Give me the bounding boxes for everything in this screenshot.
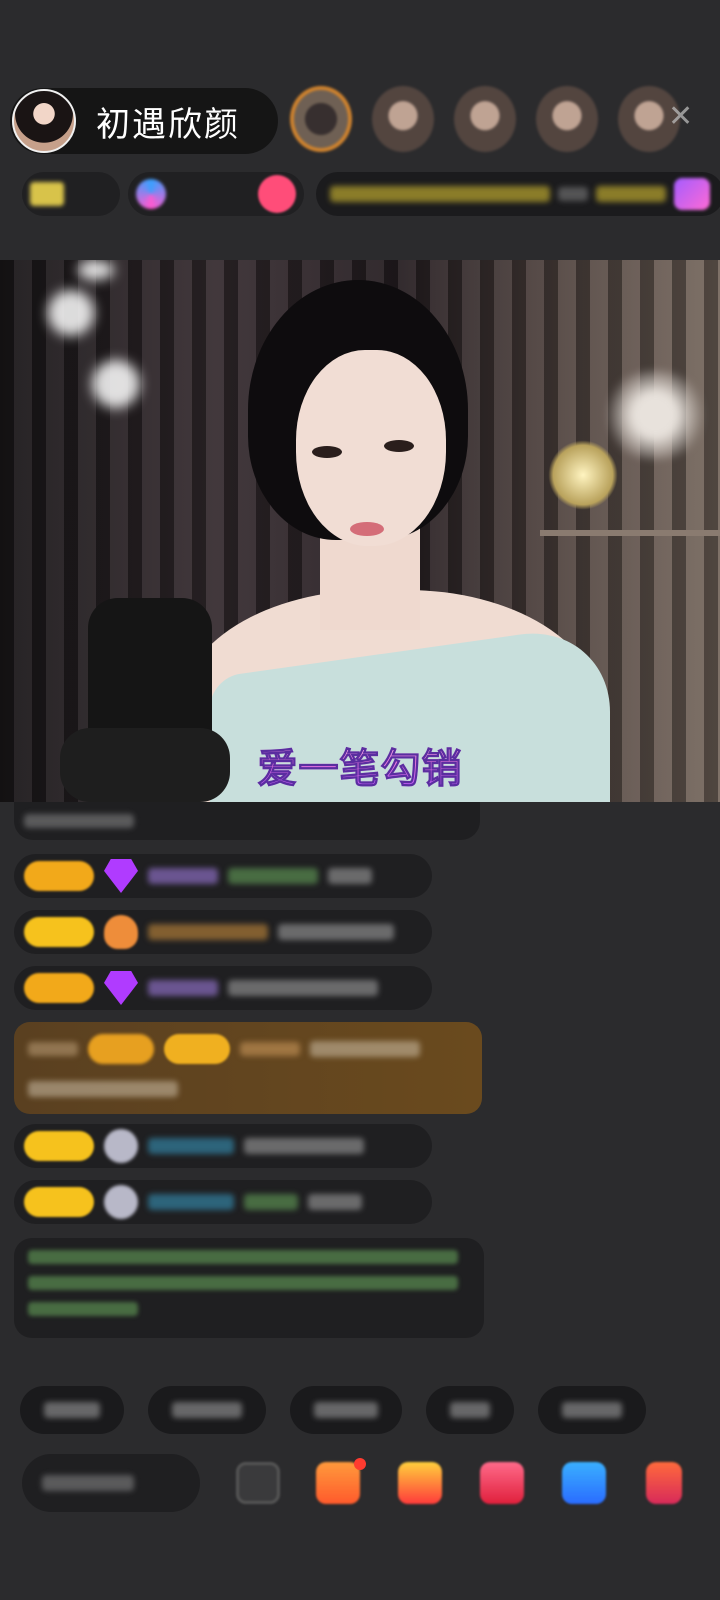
streamer-lips: [350, 522, 384, 536]
message-text: [24, 814, 134, 828]
quick-reply-label: [44, 1402, 100, 1418]
popularity-icon: [136, 179, 166, 209]
ticker-text-2: [596, 186, 666, 202]
message-text-cont: [28, 1081, 178, 1097]
username[interactable]: [240, 1042, 300, 1056]
chat-message: [14, 910, 432, 954]
message-text: [328, 868, 372, 884]
username[interactable]: [148, 1138, 234, 1154]
notice-line: [28, 1276, 458, 1290]
streamer-eye: [384, 440, 414, 452]
username[interactable]: [148, 868, 218, 884]
bottom-bar: [0, 1454, 720, 1514]
viewer-avatar[interactable]: [372, 86, 434, 152]
heart-gift-icon[interactable]: [480, 1462, 524, 1504]
message-text: [228, 980, 378, 996]
vip-badge: [88, 1034, 154, 1064]
popularity-chip[interactable]: [128, 172, 304, 216]
quick-reply-chip[interactable]: [148, 1386, 266, 1434]
light-bokeh: [92, 360, 140, 408]
red-envelope-icon[interactable]: [398, 1462, 442, 1504]
notice-line: [28, 1302, 138, 1316]
viewer-avatar[interactable]: [290, 86, 352, 152]
lamp-light: [548, 440, 618, 510]
heart-icon: [104, 915, 138, 949]
username[interactable]: [148, 924, 268, 940]
quick-reply-label: [314, 1402, 378, 1418]
quick-reply-row: [20, 1386, 646, 1434]
highlight-message: [14, 1022, 482, 1114]
chat-input-placeholder: [42, 1475, 134, 1491]
activity-icon[interactable]: [674, 178, 710, 210]
host-avatar[interactable]: [12, 89, 76, 153]
gem-icon: [104, 971, 138, 1005]
quick-reply-label: [450, 1402, 490, 1418]
quick-reply-label: [562, 1402, 622, 1418]
level-badge: [164, 1034, 230, 1064]
chat-icon[interactable]: [236, 1462, 280, 1504]
fan-icon: [104, 1129, 138, 1163]
chat-message: [14, 802, 480, 840]
more-icon[interactable]: [646, 1462, 682, 1504]
host-info-pill[interactable]: 初遇欣颜: [10, 88, 278, 154]
level-badge: [24, 861, 94, 891]
chat-message: [14, 966, 432, 1010]
gift-text: [228, 868, 318, 884]
quick-reply-chip[interactable]: [426, 1386, 514, 1434]
level-badge: [24, 1131, 94, 1161]
fan-icon: [104, 1185, 138, 1219]
info-row: [22, 172, 720, 216]
quick-reply-label: [172, 1402, 242, 1418]
ticker-text: [330, 186, 550, 202]
message-text: [308, 1194, 362, 1210]
level-badge: [24, 917, 94, 947]
gift-box-icon[interactable]: [316, 1462, 360, 1504]
gift-text: [244, 1194, 298, 1210]
top-viewers-list: [290, 86, 680, 152]
follow-icon[interactable]: [258, 175, 296, 213]
username[interactable]: [148, 1194, 234, 1210]
chat-message: [14, 1180, 432, 1224]
flowers: [600, 370, 710, 460]
message-text: [278, 924, 394, 940]
level-badge: [24, 973, 94, 1003]
quick-reply-chip[interactable]: [20, 1386, 124, 1434]
quick-reply-chip[interactable]: [290, 1386, 402, 1434]
host-name: 初遇欣颜: [96, 104, 240, 145]
message-text: [244, 1138, 364, 1154]
shelf: [540, 530, 720, 536]
username[interactable]: [148, 980, 218, 996]
level-icon: [30, 182, 64, 206]
game-icon[interactable]: [562, 1462, 606, 1504]
close-icon[interactable]: ✕: [668, 102, 693, 132]
quick-reply-chip[interactable]: [538, 1386, 646, 1434]
ticker-separator: [558, 187, 588, 201]
gem-icon: [104, 859, 138, 893]
live-video[interactable]: 爱一笔勾销: [0, 260, 720, 802]
light-bokeh: [48, 290, 94, 336]
viewer-avatar[interactable]: [536, 86, 598, 152]
notification-dot: [354, 1458, 366, 1470]
song-title-overlay: 爱一笔勾销: [0, 736, 720, 794]
announcement-ticker[interactable]: [316, 172, 720, 216]
chat-message: [14, 854, 432, 898]
light-bokeh: [78, 260, 114, 280]
chat-input[interactable]: [22, 1454, 200, 1512]
viewer-avatar[interactable]: [454, 86, 516, 152]
message-text: [310, 1041, 420, 1057]
highlight-prefix: [28, 1042, 78, 1056]
streamer-eye: [312, 446, 342, 458]
ranking-chip[interactable]: [22, 172, 120, 216]
level-badge: [24, 1187, 94, 1217]
notice-line: [28, 1250, 458, 1264]
chat-message: [14, 1124, 432, 1168]
room-notice: [14, 1238, 484, 1338]
